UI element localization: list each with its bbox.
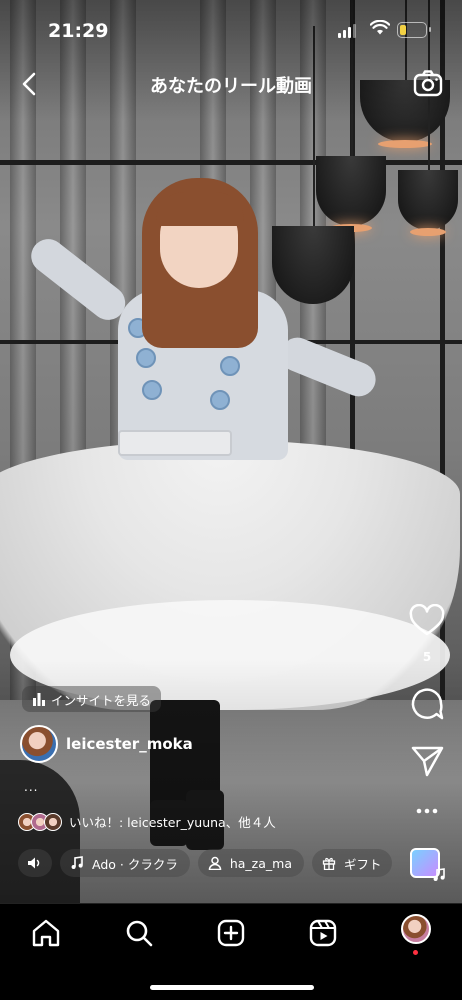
gift-chip[interactable]: ギフト <box>311 849 392 877</box>
liker-avatar <box>44 812 62 831</box>
view-insights-button[interactable]: インサイトを見る <box>22 686 162 712</box>
home-icon[interactable] <box>31 918 61 948</box>
send-icon[interactable] <box>408 744 446 778</box>
gift-icon <box>322 857 336 870</box>
music-note-icon <box>433 868 445 881</box>
author-avatar[interactable] <box>20 725 58 763</box>
comment-icon[interactable] <box>408 686 446 722</box>
person-icon <box>208 856 222 870</box>
reel-chips: Ado · クラクラ ha_za_ma ギフト <box>18 848 400 878</box>
insights-chart-icon <box>33 693 45 706</box>
cellular-signal-icon <box>338 24 358 38</box>
audio-chip-label: Ado · クラクラ <box>92 856 178 872</box>
search-icon[interactable] <box>124 918 154 948</box>
music-note-icon <box>71 856 83 869</box>
tagged-user-label: ha_za_ma <box>229 855 292 871</box>
reel-screen: 21:29 あなたのリール動画 5 インサイトを見る leicester_mok… <box>0 0 462 1000</box>
likes-summary[interactable]: いいね！: leicester_yuuna、他４人 <box>18 812 276 831</box>
volume-icon <box>28 857 40 869</box>
profile-tab-avatar[interactable] <box>401 914 431 944</box>
battery-icon <box>397 22 431 38</box>
reels-icon[interactable] <box>308 918 338 948</box>
notification-dot <box>413 950 418 955</box>
tagged-user-chip[interactable]: ha_za_ma <box>197 849 304 877</box>
audio-chip[interactable]: Ado · クラクラ <box>60 849 190 877</box>
create-icon[interactable] <box>216 918 246 948</box>
heart-icon[interactable] <box>408 604 446 638</box>
more-icon[interactable] <box>408 804 446 818</box>
author-username[interactable]: leicester_moka <box>66 735 193 753</box>
view-insights-label: インサイトを見る <box>51 692 152 708</box>
status-bar: 21:29 <box>0 0 462 60</box>
wifi-icon <box>370 20 390 35</box>
page-title: あなたのリール動画 <box>150 76 312 97</box>
likes-text: いいね！: leicester_yuuna、他４人 <box>69 815 276 830</box>
gift-chip-label: ギフト <box>343 856 382 872</box>
mute-toggle[interactable] <box>18 849 52 877</box>
status-time: 21:29 <box>48 20 109 42</box>
home-indicator <box>150 985 314 990</box>
like-count[interactable]: 5 <box>408 650 446 664</box>
camera-icon[interactable] <box>412 68 444 100</box>
caption-more[interactable]: ... <box>24 780 38 794</box>
reel-video[interactable] <box>0 0 462 903</box>
